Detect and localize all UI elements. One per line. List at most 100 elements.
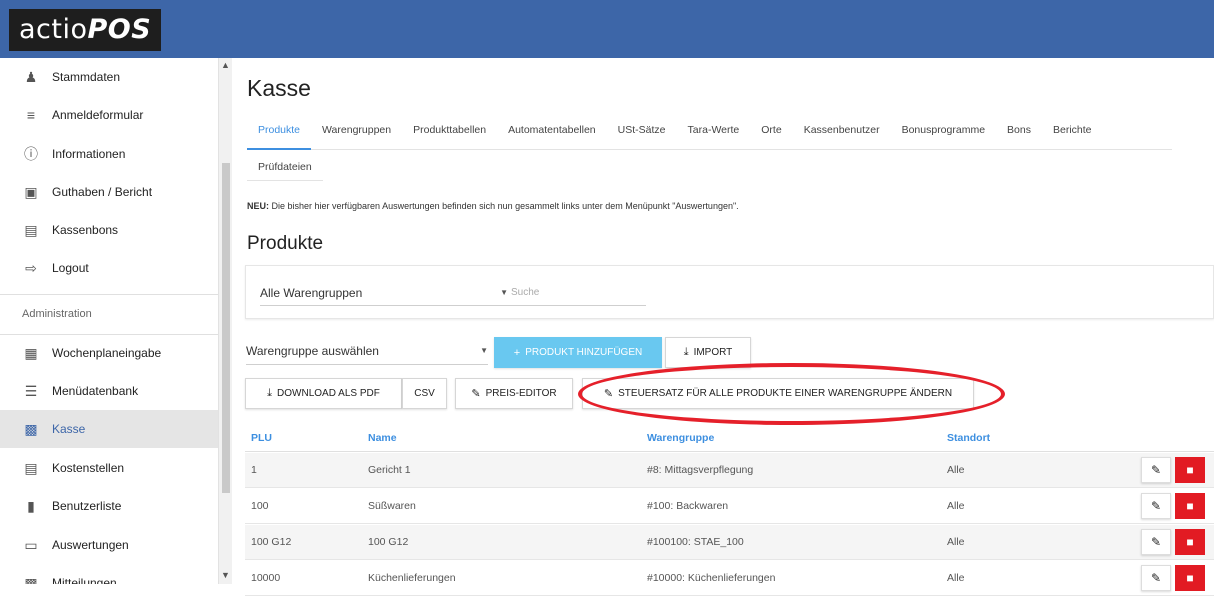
dropdown-arrow-icon: ▼ — [500, 288, 508, 297]
sidebar-item-label: Kassenbons — [52, 223, 119, 237]
person-icon: ♟ — [24, 68, 38, 85]
edit-button[interactable]: ✎ — [1141, 493, 1171, 519]
column-header-standort[interactable]: Standort — [947, 432, 990, 444]
sidebar-item-stammdaten[interactable]: ♟ Stammdaten — [0, 58, 218, 96]
csv-button[interactable]: CSV — [402, 378, 447, 409]
tab-bar: Produkte Warengruppen Produkttabellen Au… — [247, 120, 1172, 150]
tab-automatentabellen[interactable]: Automatentabellen — [497, 120, 607, 150]
table-row: 10000 Küchenlieferungen #10000: Küchenli… — [245, 561, 1214, 596]
cell-plu: 10000 — [251, 572, 281, 584]
sidebar-item-guthaben[interactable]: ▣ Guthaben / Bericht — [0, 173, 218, 211]
column-header-warengruppe[interactable]: Warengruppe — [647, 432, 714, 444]
store-icon: ▩ — [24, 420, 38, 437]
delete-button[interactable]: ■ — [1175, 493, 1205, 519]
download-icon: ⤓ — [267, 387, 273, 399]
sidebar-item-label: Logout — [52, 261, 89, 275]
sidebar-item-label: Kasse — [52, 422, 86, 436]
section-title: Produkte — [247, 233, 324, 254]
cell-warengruppe: #100100: STAE_100 — [647, 536, 744, 548]
sidebar-item-label: Informationen — [52, 147, 126, 161]
sidebar-item-label: Kostenstellen — [52, 461, 125, 475]
tab-kassenbenutzer[interactable]: Kassenbenutzer — [793, 120, 891, 150]
tab-pruefdateien[interactable]: Prüfdateien — [247, 151, 323, 181]
search-input[interactable]: Suche — [508, 280, 646, 306]
user-list-icon: ▮ — [27, 497, 35, 514]
cell-standort: Alle — [947, 500, 965, 512]
sidebar-item-label: Stammdaten — [52, 70, 121, 84]
table-row: 100 G12 100 G12 #100100: STAE_100 Alle ✎… — [245, 525, 1214, 560]
sidebar-item-label: Menüdatenbank — [52, 384, 139, 398]
tab-tara-werte[interactable]: Tara-Werte — [677, 120, 751, 150]
sidebar-item-kassenbons[interactable]: ▤ Kassenbons — [0, 211, 218, 249]
warengruppe-select[interactable]: Warengruppe auswählen ▼ — [246, 336, 488, 365]
sidebar-item-kostenstellen[interactable]: ▤ Kostenstellen — [0, 449, 218, 487]
sidebar-item-label: Benutzerliste — [52, 499, 122, 513]
receipt-icon: ▤ — [24, 221, 38, 238]
cell-plu: 1 — [251, 464, 257, 476]
scroll-up-icon[interactable]: ▲ — [221, 60, 230, 70]
cell-plu: 100 — [251, 500, 269, 512]
sidebar-item-informationen[interactable]: ⓘ Informationen — [0, 135, 218, 173]
scroll-down-icon[interactable]: ▼ — [221, 570, 230, 580]
column-header-name[interactable]: Name — [368, 432, 397, 444]
table-header: PLU Name Warengruppe Standort — [245, 422, 1214, 452]
cell-plu: 100 G12 — [251, 536, 292, 548]
document-icon: ▭ — [24, 536, 38, 553]
sidebar-item-benutzerliste[interactable]: ▮ Benutzerliste — [0, 487, 218, 525]
cell-standort: Alle — [947, 536, 965, 548]
cell-warengruppe: #8: Mittagsverpflegung — [647, 464, 754, 476]
form-lines-icon: ≡ — [26, 107, 36, 123]
cell-name: Gericht 1 — [368, 464, 411, 476]
tab-berichte[interactable]: Berichte — [1042, 120, 1103, 150]
sidebar-item-label: Guthaben / Bericht — [52, 185, 153, 199]
tab-orte[interactable]: Orte — [750, 120, 792, 150]
page-title: Kasse — [247, 75, 311, 101]
sidebar-item-kasse[interactable]: ▩ Kasse — [0, 410, 218, 448]
tab-produkte[interactable]: Produkte — [247, 120, 312, 150]
column-header-plu[interactable]: PLU — [251, 432, 272, 444]
sidebar-heading-administration: Administration — [22, 308, 92, 320]
tab-bons[interactable]: Bons — [996, 120, 1042, 150]
warengruppe-filter-select[interactable]: Alle Warengruppen ▼ — [260, 280, 508, 306]
sidebar-divider — [0, 294, 218, 295]
sidebar-item-auswertungen[interactable]: ▭ Auswertungen — [0, 526, 218, 564]
cell-name: Küchenlieferungen — [368, 572, 456, 584]
edit-button[interactable]: ✎ — [1141, 565, 1171, 591]
wallet-icon: ▣ — [24, 183, 38, 200]
sidebar-scroll-thumb[interactable] — [222, 163, 230, 493]
plus-icon: + — [513, 346, 521, 359]
add-product-button[interactable]: + PRODUKT HINZUFÜGEN — [494, 337, 662, 368]
logout-icon: ⇨ — [25, 259, 37, 276]
edit-button[interactable]: ✎ — [1141, 529, 1171, 555]
sidebar-item-wochenplaneingabe[interactable]: ▦ Wochenplaneingabe — [0, 334, 218, 372]
price-editor-button[interactable]: ✎ PREIS-EDITOR — [455, 378, 573, 409]
cell-warengruppe: #100: Backwaren — [647, 500, 729, 512]
tab-ust-saetze[interactable]: USt-Sätze — [607, 120, 677, 150]
notice-text: NEU: Die bisher hier verfügbaren Auswert… — [247, 201, 739, 211]
cell-name: Süßwaren — [368, 500, 416, 512]
message-icon: ▩ — [24, 574, 38, 585]
tab-produkttabellen[interactable]: Produkttabellen — [402, 120, 497, 150]
tab-bonusprogramme[interactable]: Bonusprogramme — [891, 120, 996, 150]
sidebar-item-label: Wochenplaneingabe — [52, 346, 162, 360]
tab-warengruppen[interactable]: Warengruppen — [311, 120, 402, 150]
cell-warengruppe: #10000: Küchenlieferungen — [647, 572, 776, 584]
top-bar: actioPOS — [0, 0, 1214, 58]
sidebar-scrollbar[interactable]: ▲ ▼ — [218, 58, 232, 584]
sidebar-item-anmeldeformular[interactable]: ≡ Anmeldeformular — [0, 96, 218, 134]
pencil-icon: ✎ — [471, 388, 481, 400]
cell-standort: Alle — [947, 572, 965, 584]
clipboard-icon: ▤ — [24, 459, 38, 476]
delete-button[interactable]: ■ — [1175, 457, 1205, 483]
delete-button[interactable]: ■ — [1175, 529, 1205, 555]
sidebar-item-label: Anmeldeformular — [52, 108, 144, 122]
cell-standort: Alle — [947, 464, 965, 476]
app-logo[interactable]: actioPOS — [9, 9, 162, 51]
sidebar-item-logout[interactable]: ⇨ Logout — [0, 249, 218, 287]
edit-button[interactable]: ✎ — [1141, 457, 1171, 483]
delete-button[interactable]: ■ — [1175, 565, 1205, 591]
sidebar-item-menuedatenbank[interactable]: ☰ Menüdatenbank — [0, 372, 218, 410]
info-icon: ⓘ — [24, 146, 38, 162]
sidebar-item-mitteilungen[interactable]: ▩ Mitteilungen — [0, 564, 218, 585]
download-pdf-button[interactable]: ⤓ DOWNLOAD ALS PDF — [245, 378, 402, 409]
